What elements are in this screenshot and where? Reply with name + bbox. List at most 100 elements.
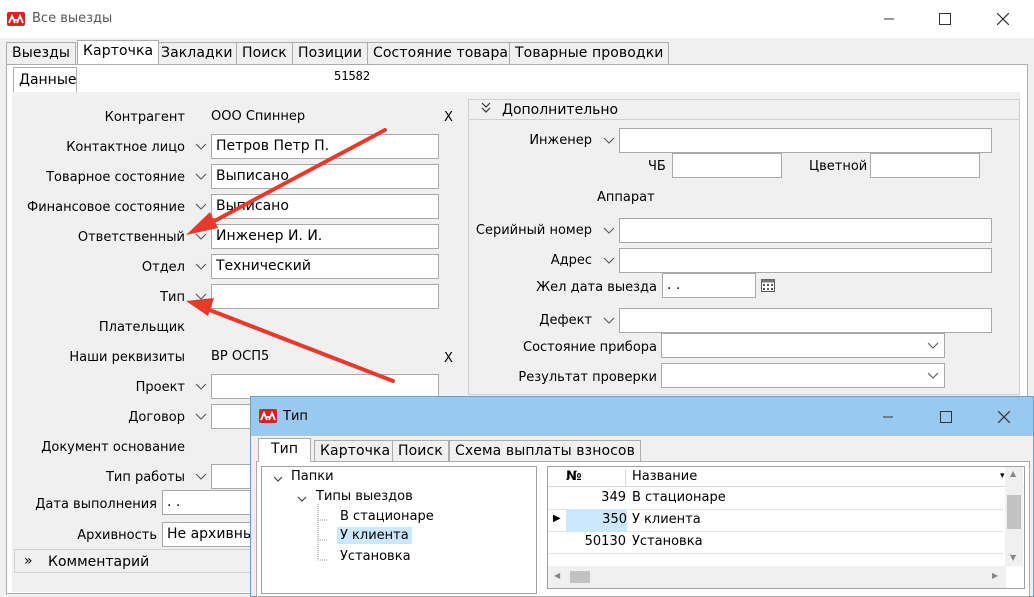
- project-dropdown-button[interactable]: [192, 374, 210, 399]
- grid-header: № Название ▾: [548, 467, 1024, 487]
- device-state-select[interactable]: [661, 333, 945, 358]
- extra-header-label: Дополнительно: [502, 102, 619, 118]
- popup-tab-kartochka[interactable]: Карточка: [314, 440, 397, 462]
- defect-dropdown-button[interactable]: [600, 308, 618, 333]
- completion-date-input[interactable]: . .: [162, 490, 251, 515]
- apparatus-label: Аппарат: [597, 190, 655, 205]
- row-num: 350: [566, 510, 627, 532]
- goods-state-dropdown-button[interactable]: [192, 164, 210, 189]
- engineer-dropdown-button[interactable]: [600, 128, 618, 153]
- minimize-button[interactable]: [866, 4, 912, 34]
- goods-state-input[interactable]: Выписано: [211, 164, 439, 189]
- collapse-icon: [481, 102, 491, 118]
- tab-pozicii[interactable]: Позиции: [292, 42, 369, 64]
- check-result-select[interactable]: [661, 363, 945, 388]
- h-scroll-thumb[interactable]: [570, 571, 590, 583]
- tree-node-papki[interactable]: Папки: [291, 469, 334, 484]
- counterparty-clear-button[interactable]: X: [444, 110, 453, 125]
- popup-title-bar: Тип: [251, 397, 1033, 436]
- popup-tab-shema[interactable]: Схема выплаты взносов: [449, 440, 641, 462]
- tree-node-u-klienta[interactable]: У клиента: [337, 527, 412, 544]
- tab-kartochka[interactable]: Карточка: [77, 40, 160, 64]
- serial-dropdown-button[interactable]: [600, 218, 618, 243]
- desired-date-label: Жел дата выезда: [536, 280, 657, 295]
- type-input[interactable]: [211, 284, 439, 309]
- maximize-button[interactable]: [922, 4, 968, 34]
- desired-date-input[interactable]: . .: [662, 273, 756, 298]
- serial-label: Серийный номер: [475, 223, 592, 238]
- dept-input[interactable]: Технический: [211, 254, 439, 279]
- popup-minimize-button[interactable]: [865, 402, 911, 432]
- grid-vertical-scrollbar[interactable]: ▲ ▼: [1005, 467, 1023, 566]
- row-num: 50130: [584, 534, 626, 549]
- tree-expand-folder-icon[interactable]: [297, 493, 307, 508]
- completion-date-label: Дата выполнения: [35, 497, 157, 512]
- defect-input[interactable]: [619, 308, 992, 333]
- work-type-dropdown-button[interactable]: [192, 464, 210, 489]
- popup-close-button[interactable]: [981, 402, 1027, 432]
- color-input[interactable]: [870, 153, 980, 178]
- table-row[interactable]: ▶ 350 У клиента: [548, 510, 1003, 532]
- tab-tovarnye-provodki[interactable]: Товарные проводки: [509, 42, 670, 64]
- defect-label: Дефект: [539, 313, 592, 328]
- popup-maximize-button[interactable]: [923, 402, 969, 432]
- grid-header-name[interactable]: Название: [632, 469, 697, 484]
- grid-horizontal-scrollbar[interactable]: ◀ ▶: [548, 566, 1006, 588]
- color-label: Цветной: [809, 159, 868, 174]
- work-type-label: Тип работы: [105, 470, 185, 485]
- archive-select[interactable]: Не архивный: [162, 522, 251, 547]
- dept-dropdown-button[interactable]: [192, 254, 210, 279]
- scroll-right-icon[interactable]: ▶: [992, 571, 998, 580]
- comment-section[interactable]: » Комментарий: [14, 549, 254, 573]
- tree-expand-root-icon[interactable]: [273, 473, 283, 488]
- comment-section-label: Комментарий: [48, 554, 150, 570]
- row-num: 349: [601, 490, 626, 505]
- tree-node-tipy-vyezdov[interactable]: Типы выездов: [316, 489, 413, 504]
- main-tabs: Выезды Карточка Закладки Поиск Позиции С…: [6, 40, 1026, 66]
- type-popup-window: Тип Тип Карточка Поиск Схема выплаты взн…: [250, 396, 1034, 597]
- table-row[interactable]: 50130 Установка: [548, 532, 1003, 554]
- subtab-dannye[interactable]: Данные: [13, 67, 77, 93]
- address-input[interactable]: [619, 248, 992, 273]
- type-dropdown-button[interactable]: [192, 284, 210, 309]
- finance-state-input[interactable]: Выписано: [211, 194, 439, 219]
- tree-node-stacionar[interactable]: В стационаре: [340, 509, 434, 524]
- extra-header[interactable]: Дополнительно: [469, 100, 1019, 120]
- contact-dropdown-button[interactable]: [192, 134, 210, 159]
- work-type-input[interactable]: [211, 464, 251, 489]
- popup-tab-poisk[interactable]: Поиск: [392, 440, 449, 462]
- tab-poisk[interactable]: Поиск: [236, 42, 293, 64]
- engineer-label: Инженер: [529, 133, 592, 148]
- finance-state-dropdown-button[interactable]: [192, 194, 210, 219]
- calendar-icon[interactable]: [761, 278, 775, 296]
- row-name: Установка: [632, 534, 703, 549]
- contract-dropdown-button[interactable]: [192, 404, 210, 429]
- scroll-up-icon[interactable]: ▲: [1010, 469, 1016, 478]
- requisites-clear-button[interactable]: X: [444, 351, 453, 366]
- address-dropdown-button[interactable]: [600, 248, 618, 273]
- serial-input[interactable]: [619, 218, 992, 243]
- popup-title: Тип: [283, 409, 308, 424]
- scroll-down-icon[interactable]: ▼: [1010, 553, 1016, 562]
- folder-tree[interactable]: Папки Типы выездов В стационаре У клиент…: [261, 466, 537, 594]
- goods-state-label: Товарное состояние: [46, 170, 185, 185]
- popup-tab-tip[interactable]: Тип: [258, 438, 311, 462]
- responsible-dropdown-button[interactable]: [192, 224, 210, 249]
- contact-input[interactable]: Петров Петр П.: [211, 134, 439, 159]
- contract-input[interactable]: [211, 404, 251, 429]
- close-button[interactable]: [980, 4, 1026, 34]
- engineer-input[interactable]: [619, 128, 992, 153]
- tab-zakladki[interactable]: Закладки: [155, 42, 239, 64]
- project-label: Проект: [135, 380, 185, 395]
- bw-input[interactable]: [672, 153, 782, 178]
- tab-vyezdy[interactable]: Выезды: [6, 42, 77, 64]
- grid-header-num[interactable]: №: [566, 469, 626, 487]
- responsible-label: Ответственный: [77, 230, 185, 245]
- table-row[interactable]: 349 В стационаре: [548, 488, 1003, 510]
- scroll-left-icon[interactable]: ◀: [554, 571, 560, 580]
- tree-node-ustanovka[interactable]: Установка: [340, 549, 411, 564]
- scroll-thumb[interactable]: [1007, 495, 1021, 529]
- tab-sostoyanie-tovara[interactable]: Состояние товара: [367, 42, 515, 64]
- contract-label: Договор: [128, 410, 185, 425]
- responsible-input[interactable]: Инженер И. И.: [211, 224, 439, 249]
